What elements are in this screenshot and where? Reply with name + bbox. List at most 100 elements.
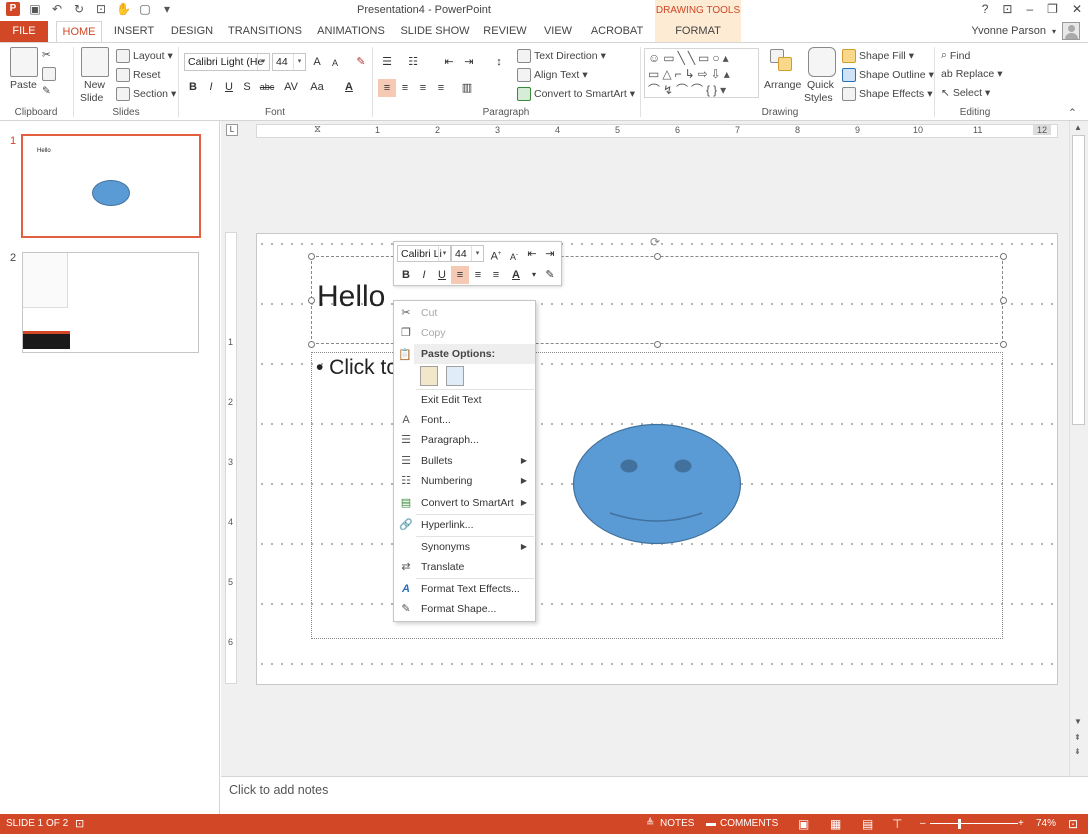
paste-keep-source-icon[interactable] (420, 366, 438, 386)
menu-item-translate[interactable]: ⇄ Translate (394, 557, 535, 577)
font-color-button[interactable]: A (340, 78, 358, 96)
layout-button[interactable]: Layout ▾ (116, 49, 173, 63)
mini-font-color-button[interactable]: A (507, 266, 525, 284)
user-name[interactable]: Yvonne Parson (971, 25, 1046, 37)
new-slide-icon[interactable] (81, 47, 109, 77)
convert-smartart-button[interactable]: Convert to SmartArt ▾ (517, 87, 635, 101)
menu-item-cut[interactable]: ✂ Cut (394, 303, 535, 323)
align-left-icon[interactable]: ≡ (378, 79, 396, 97)
chevron-down-icon[interactable]: ▾ (1052, 27, 1056, 36)
tab-animations[interactable]: ANIMATIONS (312, 21, 390, 42)
mini-align-right-icon[interactable]: ≡ (487, 266, 505, 284)
minimize-button[interactable]: – (1026, 2, 1033, 16)
align-center-icon[interactable]: ≡ (396, 79, 414, 97)
fit-to-window-icon[interactable]: ⊡ (1068, 814, 1078, 834)
paste-picture-icon[interactable] (446, 366, 464, 386)
paste-icon[interactable] (10, 47, 38, 77)
shape-effects-button[interactable]: Shape Effects ▾ (842, 87, 932, 101)
zoom-level[interactable]: 74% (1036, 814, 1056, 834)
menu-item-exit-edit-text[interactable]: Exit Edit Text (394, 390, 535, 410)
spelling-icon[interactable]: ⊡ (75, 814, 84, 834)
section-button[interactable]: Section ▾ (116, 87, 176, 101)
resize-handle[interactable] (1000, 253, 1007, 260)
comments-icon[interactable]: ▬ (706, 814, 716, 834)
next-slide-icon[interactable]: ⇟ (1074, 747, 1081, 756)
previous-slide-icon[interactable]: ⇞ (1074, 733, 1081, 742)
zoom-out-icon[interactable]: – (920, 814, 926, 834)
align-right-icon[interactable]: ≡ (414, 79, 432, 97)
slide-thumbnail-2[interactable] (22, 252, 199, 353)
vertical-scrollbar[interactable]: ▲ ▼ ⇞ ⇟ (1069, 121, 1088, 776)
cut-icon[interactable]: ✂ (42, 49, 51, 61)
mini-align-center-icon[interactable]: ≡ (469, 266, 487, 284)
mini-format-painter-icon[interactable]: ✎ (541, 266, 559, 284)
tab-slide-show[interactable]: SLIDE SHOW (398, 21, 472, 42)
find-button[interactable]: ⌕ Find (941, 49, 970, 62)
new-slide-button-line2[interactable]: Slide (80, 92, 103, 104)
reset-button[interactable]: Reset (116, 68, 160, 82)
scroll-up-icon[interactable]: ▲ (1074, 123, 1082, 132)
close-button[interactable]: ✕ (1072, 2, 1082, 16)
tab-design[interactable]: DESIGN (166, 21, 218, 42)
tab-home[interactable]: HOME (56, 21, 102, 43)
ribbon-display-options-button[interactable]: ⊡ (1002, 2, 1012, 16)
help-button[interactable]: ? (982, 2, 989, 16)
menu-item-copy[interactable]: ❐ Copy (394, 323, 535, 343)
zoom-slider-handle[interactable] (958, 819, 961, 829)
bold-button[interactable]: B (184, 78, 202, 96)
mini-grow-font-icon[interactable]: A+ (487, 245, 505, 263)
select-button[interactable]: ↖ Select ▾ (941, 87, 990, 99)
tab-selector[interactable]: L (226, 124, 238, 136)
clear-formatting-button[interactable]: ✎ (352, 53, 370, 71)
increase-indent-icon[interactable]: ⇥ (460, 53, 478, 71)
zoom-in-icon[interactable]: + (1018, 814, 1024, 834)
menu-item-numbering[interactable]: ☷ Numbering ▶ (394, 471, 535, 491)
font-size-combo[interactable]: 44 ▾ (272, 53, 306, 71)
mini-font-name-combo[interactable]: Calibri Li ▾ (397, 245, 451, 262)
comments-toggle-button[interactable]: COMMENTS (720, 814, 778, 834)
tab-acrobat[interactable]: ACROBAT (586, 21, 648, 42)
mini-underline-button[interactable]: U (433, 266, 451, 284)
menu-item-font[interactable]: A Font... (394, 410, 535, 430)
horizontal-ruler[interactable]: 1 2 3 4 5 6 7 8 9 10 11 12 ⧖ (256, 124, 1058, 138)
rotate-handle-icon[interactable]: ⟳ (650, 235, 660, 249)
smiley-shape[interactable] (572, 423, 742, 545)
menu-item-paragraph[interactable]: ☰ Paragraph... (394, 430, 535, 450)
new-slide-button[interactable]: New (84, 79, 105, 91)
mini-italic-button[interactable]: I (415, 266, 433, 284)
menu-item-convert-smartart[interactable]: ▤ Convert to SmartArt ▶ (394, 493, 535, 513)
shrink-font-button[interactable]: A (326, 54, 344, 72)
collapse-ribbon-icon[interactable]: ⌃ (1068, 107, 1077, 119)
content-placeholder-text[interactable]: • Click to (316, 356, 398, 380)
arrange-button[interactable]: Arrange (764, 79, 801, 91)
indent-marker[interactable]: ⧖ (314, 124, 321, 135)
scroll-down-icon[interactable]: ▼ (1074, 717, 1082, 726)
menu-item-format-shape[interactable]: ✎ Format Shape... (394, 599, 535, 619)
shape-outline-button[interactable]: Shape Outline ▾ (842, 68, 934, 82)
slide-thumbnail-1[interactable]: Hello (21, 134, 201, 238)
justify-icon[interactable]: ≡ (432, 79, 450, 97)
menu-item-bullets[interactable]: ☰ Bullets ▶ (394, 451, 535, 471)
format-painter-icon[interactable]: ✎ (42, 85, 51, 97)
mini-decrease-indent-icon[interactable]: ⇤ (523, 245, 541, 263)
notes-pane[interactable]: Click to add notes (221, 776, 1088, 814)
quick-styles-icon[interactable] (808, 47, 836, 77)
resize-handle[interactable] (308, 341, 315, 348)
vertical-ruler[interactable]: 1 2 3 4 5 6 (225, 232, 237, 684)
restore-button[interactable]: ❐ (1047, 2, 1058, 16)
resize-handle[interactable] (654, 253, 661, 260)
italic-button[interactable]: I (202, 78, 220, 96)
notes-toggle-icon[interactable]: ≜ (646, 814, 654, 834)
tab-insert[interactable]: INSERT (110, 21, 158, 42)
change-case-button[interactable]: Aa (306, 78, 328, 96)
grow-font-button[interactable]: A (308, 53, 326, 71)
tab-view[interactable]: VIEW (538, 21, 578, 42)
tab-transitions[interactable]: TRANSITIONS (226, 21, 304, 42)
slide-show-icon[interactable]: ⊤ (892, 814, 902, 834)
mini-font-size-combo[interactable]: 44 ▾ (451, 245, 484, 262)
mini-increase-indent-icon[interactable]: ⇥ (541, 245, 559, 263)
slide-sorter-icon[interactable]: ▦ (830, 814, 841, 834)
resize-handle[interactable] (308, 253, 315, 260)
text-direction-button[interactable]: Text Direction ▾ (517, 49, 606, 63)
mini-bold-button[interactable]: B (397, 266, 415, 284)
